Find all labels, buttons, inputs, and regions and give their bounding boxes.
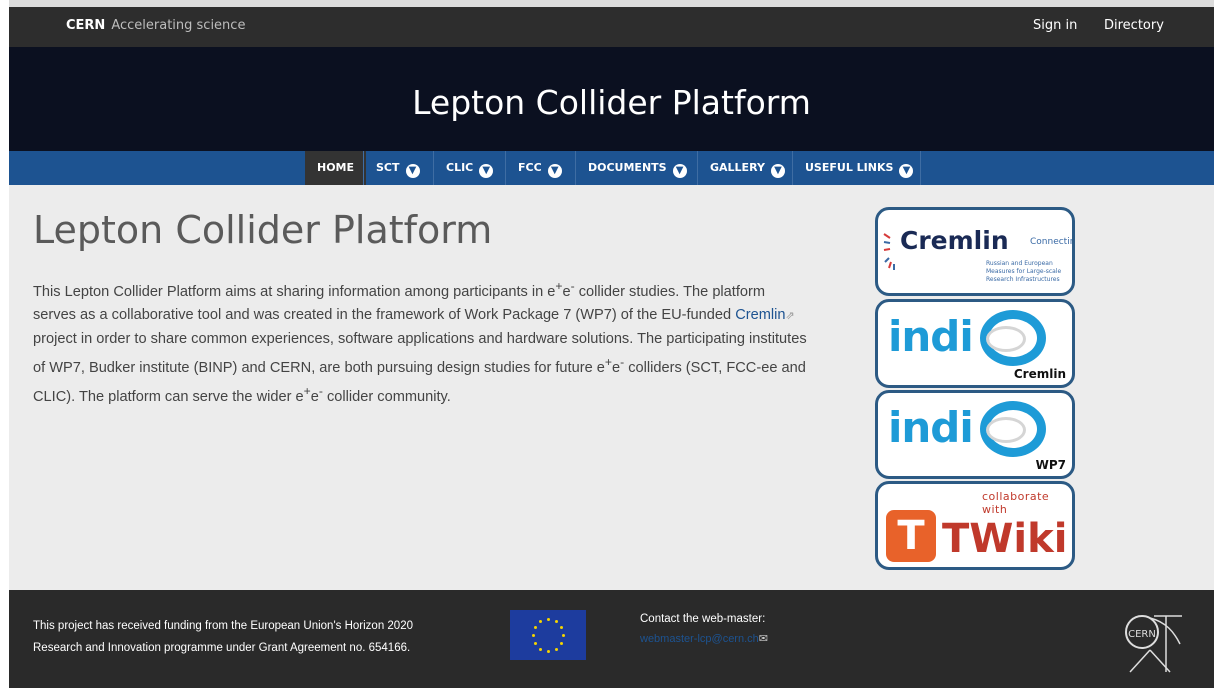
arrow-down-circle-icon: ▼ <box>547 164 562 178</box>
main-content: Lepton Collider Platform This Lepton Col… <box>9 185 1214 590</box>
nav-home-label: HOME <box>317 161 355 174</box>
cern-logo-text: CERN <box>1128 629 1156 640</box>
eu-star <box>562 634 565 637</box>
nav-divider <box>433 151 434 185</box>
nav-gallery[interactable]: GALLERY ▼ <box>710 151 785 185</box>
nav-divider <box>920 151 921 185</box>
twiki-t-icon: T <box>886 510 936 562</box>
superscript: + <box>303 383 311 398</box>
nav-sct[interactable]: SCT ▼ <box>376 151 420 185</box>
cremlin-connecting: Connecting <box>1030 237 1075 247</box>
funding-line: This project has received funding from t… <box>33 620 413 632</box>
eu-star <box>534 642 537 645</box>
superscript: + <box>555 279 563 293</box>
arrow-down-circle-icon: ▼ <box>672 164 687 178</box>
site-banner: Lepton Collider Platform <box>9 47 1214 151</box>
eu-star <box>539 648 542 651</box>
indico-wordmark: indi <box>888 312 974 361</box>
arrow-down-circle-icon: ▼ <box>770 164 785 178</box>
indico-wp7-link[interactable]: indi WP7 <box>875 390 1075 479</box>
intro-text: This Lepton Collider Platform aims at sh… <box>33 283 556 300</box>
eu-star <box>555 648 558 651</box>
sign-in-link[interactable]: Sign in <box>1033 18 1077 33</box>
nav-useful-links[interactable]: USEFUL LINKS ▼ <box>805 151 914 185</box>
eu-star <box>532 634 535 637</box>
contact-email-link[interactable]: webmaster-lcp@cern.ch <box>640 633 759 645</box>
intro-text: e <box>611 359 621 376</box>
page: CERN Accelerating science Sign in Directo… <box>0 0 1214 688</box>
twiki-wordmark: TWiki <box>942 516 1068 562</box>
arrow-down-circle-icon: ▼ <box>899 164 914 178</box>
nav-divider <box>697 151 698 185</box>
contact-email-line: webmaster-lcp@cern.ch✉ <box>640 632 768 645</box>
main-nav: HOME SCT ▼ CLIC ▼ FCC ▼ DOCUMENTS ▼ GALLERY ▼… <box>9 151 1214 185</box>
nav-fcc[interactable]: FCC ▼ <box>518 151 562 185</box>
eu-flag-icon <box>510 610 586 660</box>
cern-brand-bold[interactable]: CERN <box>66 18 105 33</box>
eu-star <box>547 650 550 653</box>
cremlin-subtitle: Russian and European Measures for Large-… <box>986 260 1062 283</box>
twiki-link[interactable]: collaborate with T TWiki <box>875 481 1075 570</box>
cern-topbar: CERN Accelerating science Sign in Directo… <box>9 7 1214 47</box>
indico-cremlin-link[interactable]: indi Cremlin <box>875 299 1075 388</box>
external-link-icon: ⇗ <box>785 309 795 322</box>
mail-icon: ✉ <box>758 633 768 645</box>
arrow-down-circle-icon: ▼ <box>479 164 494 178</box>
intro-text: e <box>310 388 319 405</box>
indico-wordmark: indi <box>888 403 974 452</box>
nav-fcc-label: FCC <box>518 161 542 174</box>
indico-wp7-caption: WP7 <box>1035 458 1066 472</box>
arrow-down-circle-icon: ▼ <box>405 164 420 178</box>
cern-logo-icon[interactable]: CERN <box>1120 610 1188 676</box>
funding-line: Research and Innovation programme under … <box>33 642 411 654</box>
intro-text: collider community. <box>322 388 451 405</box>
indico-cremlin-caption: Cremlin <box>1013 367 1066 381</box>
site-footer: This project has received funding from t… <box>9 590 1214 688</box>
nav-sct-label: SCT <box>376 161 400 174</box>
cremlin-rays-icon <box>883 233 895 270</box>
nav-divider <box>363 151 364 185</box>
cern-brand-text[interactable]: Accelerating science <box>111 18 245 33</box>
cern-brand[interactable]: CERN Accelerating science <box>66 18 245 33</box>
eu-star <box>534 626 537 629</box>
nav-clic-label: CLIC <box>446 161 474 174</box>
nav-clic[interactable]: CLIC ▼ <box>446 151 494 185</box>
eu-star <box>547 618 550 621</box>
nav-documents[interactable]: DOCUMENTS ▼ <box>588 151 687 185</box>
nav-home[interactable]: HOME <box>305 151 367 185</box>
intro-paragraph: This Lepton Collider Platform aims at sh… <box>33 275 809 409</box>
eu-star <box>555 620 558 623</box>
eu-star <box>560 626 563 629</box>
cremlin-wordmark: Cremlin <box>900 226 1009 255</box>
intro-text: e <box>562 283 571 300</box>
left-edge <box>0 0 9 688</box>
nav-divider <box>792 151 793 185</box>
twiki-collaborate: collaborate with <box>982 490 1050 516</box>
superscript: + <box>604 354 612 369</box>
page-title: Lepton Collider Platform <box>33 208 493 252</box>
indico-infinity-icon <box>986 417 1026 443</box>
nav-gallery-label: GALLERY <box>710 161 765 174</box>
nav-divider <box>505 151 506 185</box>
nav-useful-links-label: USEFUL LINKS <box>805 161 894 174</box>
cremlin-link[interactable]: Cremlin <box>735 307 785 323</box>
site-title[interactable]: Lepton Collider Platform <box>9 83 1214 122</box>
funding-notice: This project has received funding from t… <box>33 615 413 659</box>
eu-star <box>539 620 542 623</box>
directory-link[interactable]: Directory <box>1104 18 1164 33</box>
nav-divider <box>575 151 576 185</box>
eu-star <box>560 642 563 645</box>
nav-documents-label: DOCUMENTS <box>588 161 667 174</box>
contact-label: Contact the web-master: <box>640 613 766 625</box>
cremlin-logo-link[interactable]: Cremlin Connecting Russian and European … <box>875 207 1075 296</box>
indico-infinity-icon <box>986 326 1026 352</box>
